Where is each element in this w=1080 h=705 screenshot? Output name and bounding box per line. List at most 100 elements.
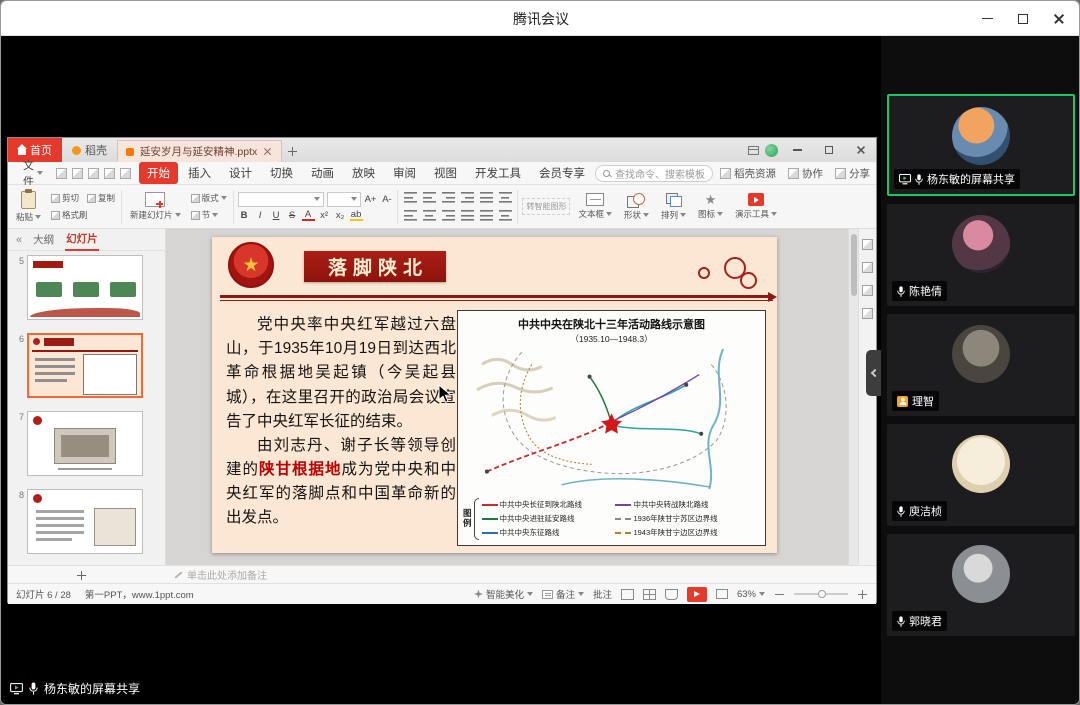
panel-collapse-icon[interactable]: « <box>16 234 22 246</box>
participant-tile[interactable]: 郭晓君 <box>887 534 1075 636</box>
distribute-button[interactable] <box>478 208 494 223</box>
slide-thumbnail-8[interactable] <box>27 489 143 554</box>
sidebar-tool-icon[interactable] <box>862 285 873 296</box>
present-tools-button[interactable]: 演示工具 <box>731 191 781 222</box>
paste-button[interactable]: 粘贴 <box>12 189 45 225</box>
sidebar-tool-icon[interactable] <box>862 262 873 273</box>
undo-icon[interactable] <box>104 168 115 179</box>
tab-outline[interactable]: 大纲 <box>32 229 55 250</box>
strikethrough-button[interactable]: S <box>286 210 299 221</box>
format-painter-button[interactable]: 格式刷 <box>49 208 90 222</box>
sidebar-tool-icon[interactable] <box>862 308 873 319</box>
text-direction-button[interactable] <box>497 190 513 205</box>
align-center-button[interactable] <box>421 208 437 223</box>
menu-home[interactable]: 开始 <box>139 162 178 184</box>
font-family-select[interactable] <box>238 192 324 207</box>
line-spacing-button[interactable] <box>478 190 494 205</box>
zoom-slider-knob[interactable] <box>818 590 826 598</box>
font-size-select[interactable] <box>327 192 361 207</box>
maximize-button[interactable] <box>1005 1 1041 36</box>
align-left-button[interactable] <box>402 208 418 223</box>
zoom-slider[interactable] <box>794 593 848 595</box>
slide-canvas[interactable]: ★ 落脚陕北 党中央率中央红军越过六盘山，于1935年10月19日到达西北革命根… <box>166 229 848 565</box>
zoom-level[interactable]: 63% <box>737 589 765 600</box>
menu-design[interactable]: 设计 <box>221 162 260 184</box>
slide-sorter-view-button[interactable] <box>643 589 656 600</box>
copy-button[interactable]: 复制 <box>85 191 117 205</box>
outdent-button[interactable] <box>440 190 456 205</box>
textbox-button[interactable]: 文本框 <box>574 191 616 222</box>
increase-font-button[interactable]: A+ <box>364 194 378 205</box>
command-search-input[interactable]: 查找命令、搜索模板 <box>595 165 713 182</box>
bullets-button[interactable] <box>402 190 418 205</box>
align-right-button[interactable] <box>440 208 456 223</box>
wps-docer-tab[interactable]: 稻壳 <box>62 138 117 162</box>
menu-review[interactable]: 审阅 <box>385 162 424 184</box>
participant-tile[interactable]: 理智 <box>887 314 1075 416</box>
notes-button[interactable]: 备注 <box>542 587 584 601</box>
print-icon[interactable] <box>72 168 83 179</box>
sidebar-tool-icon[interactable] <box>862 239 873 250</box>
zoom-in-button[interactable] <box>857 589 868 600</box>
icon-library-button[interactable]: ★ 图标 <box>694 191 727 222</box>
menu-member[interactable]: 会员专享 <box>531 162 593 184</box>
bold-button[interactable]: B <box>238 210 251 221</box>
collaborate-button[interactable]: 协作 <box>783 164 828 183</box>
minimize-button[interactable] <box>969 1 1005 36</box>
normal-view-button[interactable] <box>621 589 634 600</box>
wps-maximize-button[interactable] <box>816 138 842 162</box>
canvas-scrollbar[interactable] <box>848 229 858 565</box>
slide-thumbnail-5[interactable] <box>27 255 143 320</box>
smart-beautify-button[interactable]: 智能美化 <box>474 587 533 601</box>
switch-window-icon[interactable] <box>748 146 759 155</box>
wps-close-button[interactable] <box>848 138 874 162</box>
layout-button[interactable]: 版式 <box>189 191 229 205</box>
shape-button[interactable]: 形状 <box>620 191 653 223</box>
decrease-font-button[interactable]: A- <box>380 194 393 205</box>
numbering-button[interactable] <box>421 190 437 205</box>
close-button[interactable] <box>1041 1 1077 36</box>
redo-icon[interactable] <box>120 168 131 179</box>
add-slide-button[interactable] <box>74 568 88 582</box>
zoom-out-button[interactable] <box>774 589 785 600</box>
italic-button[interactable]: I <box>254 210 267 221</box>
route-map-image[interactable]: 中共中央在陕北十三年活动路线示意图 （1935.10—1948.3） <box>457 310 766 546</box>
subscript-button[interactable]: x₂ <box>334 210 347 221</box>
sidebar-collapse-handle[interactable] <box>866 350 881 396</box>
slide-title-banner[interactable]: 落脚陕北 <box>304 251 446 282</box>
underline-button[interactable]: U <box>270 210 283 221</box>
slide-body-text[interactable]: 党中央率中央红军越过六盘山，于1935年10月19日到达西北革命根据地吴起镇（今… <box>226 313 456 531</box>
participant-tile[interactable]: 庾洁桢 <box>887 424 1075 526</box>
cut-button[interactable]: 剪切 <box>49 191 81 205</box>
comments-button[interactable]: 批注 <box>593 587 612 601</box>
menu-devtools[interactable]: 开发工具 <box>467 162 529 184</box>
justify-button[interactable] <box>459 208 475 223</box>
font-color-button[interactable]: A <box>302 210 315 222</box>
slideshow-play-button[interactable] <box>687 587 707 602</box>
current-slide[interactable]: ★ 落脚陕北 党中央率中央红军越过六盘山，于1935年10月19日到达西北革命根… <box>212 237 777 553</box>
docer-resource-button[interactable]: 稻壳资源 <box>715 164 781 183</box>
menu-slideshow[interactable]: 放映 <box>344 162 383 184</box>
arrange-button[interactable]: 排列 <box>657 191 690 223</box>
new-slide-button[interactable]: 新建幻灯片 <box>126 190 185 223</box>
document-tab[interactable]: 延安岁月与延安精神.pptx <box>117 140 282 162</box>
menu-animation[interactable]: 动画 <box>303 162 342 184</box>
notes-placeholder[interactable]: 单击此处添加备注 <box>174 567 267 582</box>
account-avatar[interactable] <box>765 144 778 157</box>
save-icon[interactable] <box>56 168 67 179</box>
participant-tile[interactable]: 陈艳倩 <box>887 204 1075 306</box>
to-smart-graphic-button[interactable]: 转智能图形 <box>522 198 570 215</box>
document-tab-close-icon[interactable] <box>263 147 273 157</box>
reading-view-button[interactable] <box>665 589 678 600</box>
wps-minimize-button[interactable] <box>784 138 810 162</box>
columns-button[interactable] <box>497 208 513 223</box>
section-button[interactable]: 节 <box>189 208 229 222</box>
slide-thumbnail-7[interactable] <box>27 411 143 476</box>
tab-slides[interactable]: 幻灯片 <box>65 228 99 251</box>
participant-tile-sharer[interactable]: 杨东敏的屏幕共享 <box>887 94 1075 196</box>
new-tab-button[interactable] <box>282 140 302 162</box>
indent-button[interactable] <box>459 190 475 205</box>
preview-icon[interactable] <box>88 168 99 179</box>
share-button[interactable]: 分享 <box>830 164 875 183</box>
scrollbar-thumb[interactable] <box>851 234 857 296</box>
